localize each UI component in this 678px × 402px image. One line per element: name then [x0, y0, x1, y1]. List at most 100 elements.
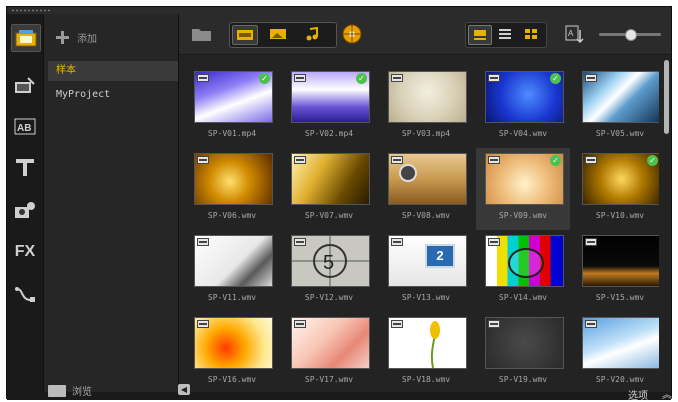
media-clip-tile[interactable]: ✓ SP-V01.mp4 [185, 66, 279, 148]
svg-text:AB: AB [17, 123, 31, 134]
media-clip-tile[interactable]: SP-V07.wmv [282, 148, 376, 230]
media-library-icon [342, 24, 362, 44]
show-audio-toggle[interactable] [300, 25, 324, 43]
add-folder-label: 添加 [77, 34, 97, 45]
clip-name: SP-V08.wmv [401, 211, 451, 220]
clip-thumbnail: ✓ [291, 71, 370, 123]
chevron-up-icon[interactable]: ︽ [662, 386, 672, 401]
instant-project-tool[interactable] [11, 72, 39, 98]
scrollbar-thumb[interactable] [664, 60, 669, 134]
clip-thumbnail [388, 71, 467, 123]
in-use-check-icon: ✓ [259, 73, 270, 84]
media-clip-tile[interactable]: SP-V11.wmv [185, 230, 279, 312]
show-video-toggle[interactable] [232, 25, 258, 45]
title-tool[interactable]: AB [11, 113, 39, 139]
clip-name: SP-V16.wmv [207, 375, 257, 384]
clip-thumbnail: ✓ [194, 71, 273, 123]
large-thumbnail-view-button[interactable] [468, 25, 492, 45]
library-folder-panel: 添加 样本 MyProject [44, 14, 179, 392]
graphics-tool[interactable] [11, 197, 39, 223]
media-clip-tile[interactable]: SP-V03.mp4 [379, 66, 473, 148]
media-clip-tile[interactable]: SP-V05.wmv [573, 66, 659, 148]
media-clip-tile[interactable]: SP-V20.wmv [573, 312, 659, 392]
media-clip-tile[interactable]: ✓ SP-V04.wmv [476, 66, 570, 148]
media-clip-tile[interactable]: SP-V14.wmv [476, 230, 570, 312]
media-clip-tile[interactable]: SP-V15.wmv [573, 230, 659, 312]
video-clip-icon [488, 74, 500, 82]
media-clip-tile[interactable]: ✓ SP-V02.mp4 [282, 66, 376, 148]
large-thumbnail-icon [474, 30, 486, 40]
svg-text:5: 5 [323, 252, 334, 274]
clip-thumbnail [485, 317, 564, 369]
clip-thumbnail [388, 317, 467, 369]
media-clip-tile[interactable]: SP-V08.wmv [379, 148, 473, 230]
clip-name: SP-V17.wmv [304, 375, 354, 384]
add-folder-button[interactable]: 添加 [56, 30, 97, 45]
grid-scrollbar[interactable] [663, 56, 671, 392]
open-folder-button[interactable] [189, 23, 215, 45]
drag-grip-icon[interactable] [11, 9, 51, 12]
clip-thumbnail: 5 [291, 235, 370, 287]
show-photo-toggle[interactable] [266, 25, 290, 43]
media-library-tool[interactable] [11, 24, 41, 52]
video-clip-icon [585, 74, 597, 82]
video-clip-icon [585, 320, 597, 328]
video-clip-icon [294, 320, 306, 328]
media-clip-tile[interactable]: SP-V17.wmv [282, 312, 376, 392]
audio-filter-icon [306, 27, 318, 41]
sort-button[interactable]: A [561, 23, 587, 45]
clip-thumbnail [194, 235, 273, 287]
clip-name: SP-V07.wmv [304, 211, 354, 220]
clip-name: SP-V04.wmv [498, 129, 548, 138]
clip-thumbnail [291, 153, 370, 205]
clip-name: SP-V06.wmv [207, 211, 257, 220]
media-clip-tile[interactable]: ✓ SP-V10.wmv [573, 148, 659, 230]
options-button[interactable]: 选项 [628, 387, 648, 402]
zoom-slider-knob[interactable] [625, 29, 637, 41]
media-clip-tile[interactable]: SP-V18.wmv [379, 312, 473, 392]
video-clip-icon [585, 238, 597, 246]
media-clip-tile[interactable]: SP-V19.wmv [476, 312, 570, 392]
path-tool[interactable] [11, 282, 39, 308]
clip-name: SP-V13.wmv [401, 293, 451, 302]
folder-item[interactable]: 样本 [48, 61, 178, 81]
text-tool[interactable] [11, 154, 39, 180]
svg-text:A: A [568, 29, 574, 38]
in-use-check-icon: ✓ [550, 73, 561, 84]
media-filter-group [229, 22, 337, 48]
sort-icon: A [565, 25, 584, 44]
clip-thumbnail [388, 153, 467, 205]
clip-name: SP-V20.wmv [595, 375, 645, 384]
browse-label: 浏览 [72, 387, 92, 398]
list-view-button[interactable] [494, 25, 516, 43]
video-clip-icon [488, 156, 500, 164]
grid-view-button[interactable] [520, 25, 542, 43]
clip-thumbnail [582, 71, 659, 123]
video-clip-icon [488, 320, 500, 328]
media-clip-tile[interactable]: 5 SP-V12.wmv [282, 230, 376, 312]
clip-thumbnail: ✓ [485, 153, 564, 205]
folder-item[interactable]: MyProject [48, 85, 178, 105]
list-view-icon [499, 29, 511, 39]
collapse-panel-button[interactable]: ◀ [178, 384, 190, 395]
browse-button[interactable]: 浏览 [48, 383, 92, 398]
grid-view-icon [525, 29, 537, 39]
clip-thumbnail: ✓ [582, 153, 659, 205]
clip-thumbnail [291, 317, 370, 369]
media-clip-tile[interactable]: SP-V16.wmv [185, 312, 279, 392]
media-clip-tile[interactable]: SP-V06.wmv [185, 148, 279, 230]
open-folder-icon [192, 29, 211, 41]
clip-name: SP-V18.wmv [401, 375, 451, 384]
clip-name: SP-V02.mp4 [304, 129, 354, 138]
clip-name: SP-V01.mp4 [207, 129, 257, 138]
media-clip-tile[interactable]: 2 SP-V13.wmv [379, 230, 473, 312]
library-manager-button[interactable] [339, 23, 365, 45]
photo-filter-icon [270, 29, 286, 39]
media-clip-tile[interactable]: ✓ SP-V09.wmv [476, 148, 570, 230]
zoom-slider[interactable] [599, 29, 661, 41]
video-clip-icon [197, 238, 209, 246]
clip-thumbnail [582, 235, 659, 287]
clip-name: SP-V11.wmv [207, 293, 257, 302]
video-clip-icon [197, 74, 209, 82]
filter-fx-tool[interactable]: FX [11, 239, 39, 265]
